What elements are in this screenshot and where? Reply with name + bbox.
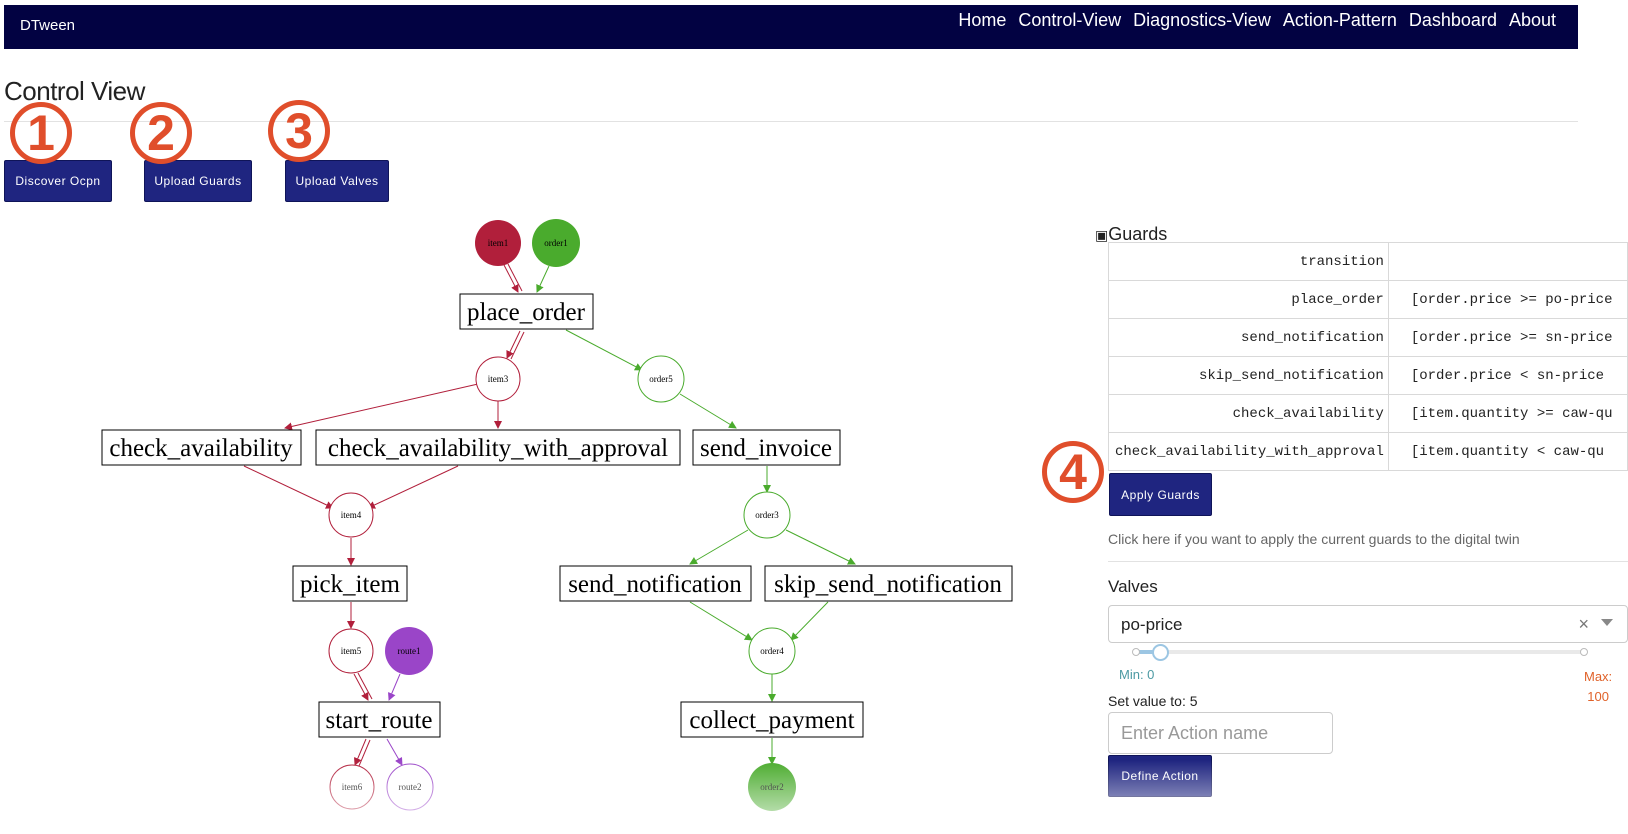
define-action-button[interactable]: Define Action: [1108, 755, 1212, 797]
slider-max-dot: [1580, 648, 1588, 656]
callout-4: 4: [1042, 441, 1104, 503]
apply-guards-button[interactable]: Apply Guards: [1109, 473, 1212, 516]
action-name-input[interactable]: [1108, 712, 1333, 754]
edge-place-order-order5: [565, 329, 643, 371]
row-guard[interactable]: [order.price >= sn-price: [1387, 318, 1628, 357]
nav-dashboard[interactable]: Dashboard: [1409, 10, 1497, 31]
edge-check-availability-item4: [243, 465, 334, 509]
nav-control-view[interactable]: Control-View: [1018, 10, 1121, 31]
place-label-item1: item1: [488, 238, 509, 248]
page-title: Control View: [4, 76, 145, 106]
edge-order3-skip-send-notification: [785, 529, 856, 565]
edge-item3-check-availability: [284, 383, 479, 431]
slider-min-dot: [1132, 648, 1140, 656]
table-row: skip_send_notification [order.price < sn…: [1108, 356, 1628, 395]
slider-min-label: Min: 0: [1119, 667, 1155, 682]
table-row: check_availability [item.quantity >= caw…: [1108, 394, 1628, 433]
slider-max-text: Max:: [1584, 669, 1613, 684]
place-label-item3: item3: [488, 374, 509, 384]
valve-select[interactable]: po-price ×: [1108, 605, 1628, 643]
header-guard: [1387, 242, 1628, 281]
edge-send-notification-order4: [689, 601, 753, 641]
transition-label-check-availability-with-approval: check_availability_with_approval: [328, 435, 668, 462]
valve-slider-track[interactable]: [1136, 650, 1584, 654]
table-row: send_notification [order.price >= sn-pri…: [1108, 318, 1628, 357]
edge-route1-start-route: [388, 673, 401, 701]
transition-label-start-route: start_route: [326, 707, 433, 734]
callout-3: 3: [268, 100, 330, 162]
valve-select-value: po-price: [1121, 615, 1183, 634]
apply-guards-hint: Click here if you want to apply the curr…: [1108, 531, 1520, 547]
nav-menu: Home Control-View Diagnostics-View Actio…: [958, 10, 1556, 31]
edge-order3-send-notification: [689, 529, 749, 565]
row-transition: check_availability: [1108, 394, 1389, 433]
edge-start-route-item6: [354, 738, 367, 766]
title-divider: [4, 121, 1578, 122]
place-label-item6: item6: [342, 782, 363, 792]
edge-start-route-item6-double: [358, 739, 371, 767]
collapse-toggle-icon[interactable]: ▣: [1095, 227, 1108, 243]
brand-logo[interactable]: DTween: [20, 17, 75, 34]
row-transition: send_notification: [1108, 318, 1389, 357]
discover-ocpn-button[interactable]: Discover Ocpn: [4, 160, 112, 202]
transition-label-send-notification: send_notification: [568, 571, 742, 598]
edge-skip-send-notification-order4: [790, 601, 829, 641]
valve-slider-handle[interactable]: [1152, 644, 1169, 661]
transition-label-pick-item: pick_item: [300, 571, 401, 598]
table-row: check_availability_with_approval [item.q…: [1108, 432, 1628, 471]
nav-diagnostics-view[interactable]: Diagnostics-View: [1133, 10, 1271, 31]
upload-guards-button[interactable]: Upload Guards: [144, 160, 252, 202]
transition-label-send-invoice: send_invoice: [700, 435, 832, 462]
row-guard[interactable]: [order.price < sn-price: [1387, 356, 1628, 395]
chevron-down-icon[interactable]: [1601, 619, 1613, 626]
clear-icon[interactable]: ×: [1578, 614, 1589, 635]
place-label-order1: order1: [544, 238, 568, 248]
place-label-item4: item4: [341, 510, 362, 520]
place-label-order4: order4: [760, 646, 784, 656]
guards-title-text: Guards: [1108, 224, 1168, 244]
row-transition: place_order: [1108, 280, 1389, 319]
nav-about[interactable]: About: [1509, 10, 1556, 31]
edge-start-route-route2: [386, 738, 403, 766]
place-label-route1: route1: [398, 646, 421, 656]
row-guard[interactable]: [order.price >= po-price: [1387, 280, 1628, 319]
nav-action-pattern[interactable]: Action-Pattern: [1283, 10, 1397, 31]
callout-1: 1: [10, 102, 72, 164]
table-row: place_order [order.price >= po-price: [1108, 280, 1628, 319]
place-label-route2: route2: [399, 782, 422, 792]
row-guard[interactable]: [item.quantity >= caw-qu: [1387, 394, 1628, 433]
place-label-order5: order5: [649, 374, 673, 384]
place-label-order2: order2: [760, 782, 784, 792]
guards-table: transition place_order [order.price >= p…: [1108, 242, 1628, 471]
navbar: DTween Home Control-View Diagnostics-Vie…: [4, 5, 1578, 49]
transition-label-check-availability: check_availability: [109, 435, 293, 462]
slider-max-label: Max: 100: [1584, 667, 1612, 707]
place-label-order3: order3: [755, 510, 779, 520]
table-header-row: transition: [1108, 242, 1628, 281]
section-divider: [1108, 561, 1628, 562]
place-label-item5: item5: [341, 646, 362, 656]
guards-table-viewport[interactable]: transition place_order [order.price >= p…: [1108, 242, 1628, 473]
row-guard[interactable]: [item.quantity < caw-qu: [1387, 432, 1628, 471]
nav-home[interactable]: Home: [958, 10, 1006, 31]
valves-label: Valves: [1108, 577, 1158, 596]
transition-label-collect-payment: collect_payment: [689, 707, 854, 734]
edge-order1-place-order: [536, 265, 550, 293]
callout-2: 2: [130, 102, 192, 164]
edge-cawa-item4: [367, 465, 459, 509]
transition-label-skip-send-notification: skip_send_notification: [774, 571, 1002, 598]
transition-label-place-order: place_order: [467, 299, 586, 326]
slider-max-value: 100: [1587, 689, 1609, 704]
row-transition: check_availability_with_approval: [1108, 432, 1389, 471]
set-value-label: Set value to: 5: [1108, 693, 1198, 709]
header-transition: transition: [1108, 242, 1389, 281]
upload-valves-button[interactable]: Upload Valves: [285, 160, 389, 202]
row-transition: skip_send_notification: [1108, 356, 1389, 395]
edge-order5-send-invoice: [679, 393, 737, 429]
ocpn-graph: item1 order1 item3 order5 item4 order3 i…: [101, 219, 1013, 811]
